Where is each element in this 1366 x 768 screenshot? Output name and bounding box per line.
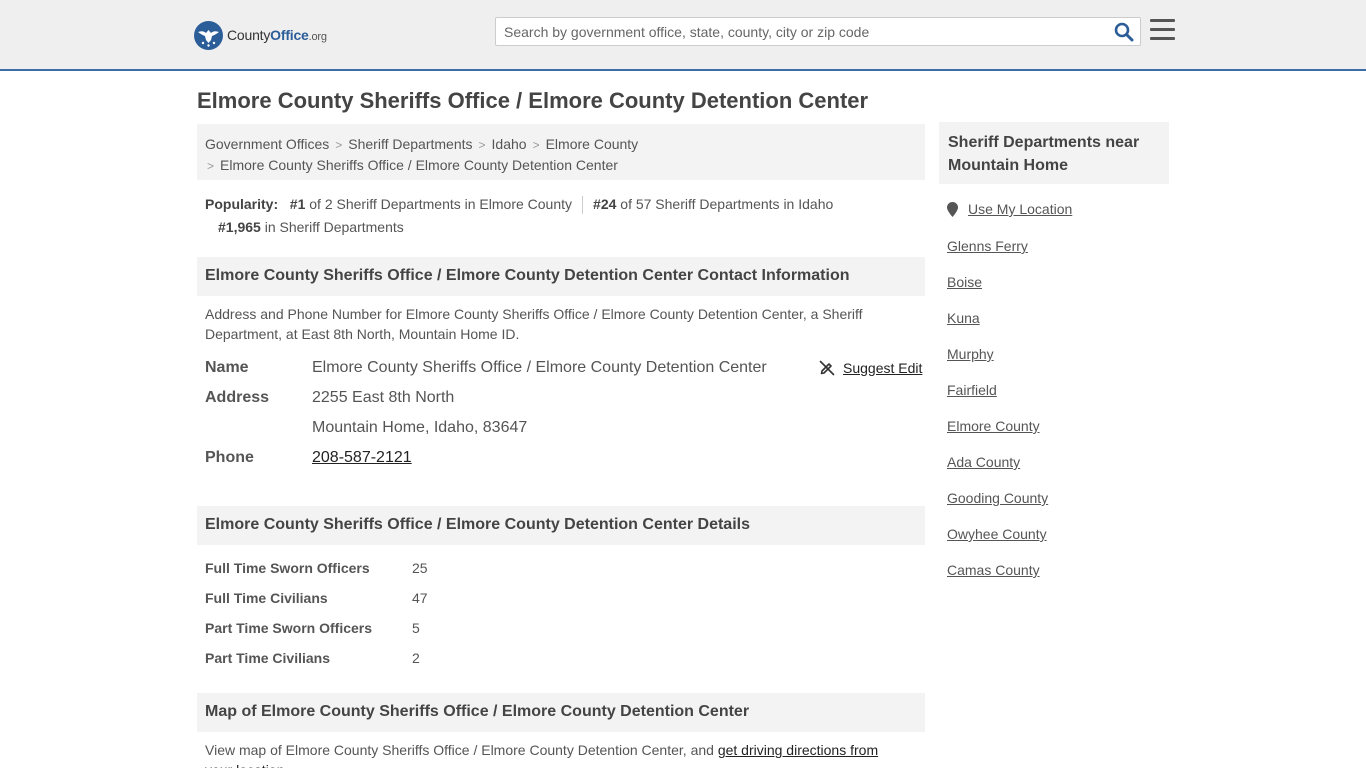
breadcrumb-separator-icon: > bbox=[207, 159, 215, 173]
rank-national-text: in Sheriff Departments bbox=[264, 219, 404, 235]
detail-value-full-time-sworn: 25 bbox=[412, 560, 428, 576]
sidebar-link-gooding-county[interactable]: Gooding County bbox=[947, 490, 1048, 506]
sidebar-link-murphy[interactable]: Murphy bbox=[947, 346, 994, 362]
suggest-edit-link[interactable]: Suggest Edit bbox=[819, 360, 922, 376]
sidebar-link-owyhee-county[interactable]: Owyhee County bbox=[947, 526, 1047, 542]
map-description-text: View map of Elmore County Sheriffs Offic… bbox=[205, 742, 718, 758]
breadcrumb-current: Elmore County Sheriffs Office / Elmore C… bbox=[220, 157, 618, 173]
search-input[interactable] bbox=[496, 18, 1106, 45]
detail-label-full-time-civilians: Full Time Civilians bbox=[205, 590, 328, 606]
detail-value-part-time-sworn: 5 bbox=[412, 620, 420, 636]
site-logo[interactable]: CountyOffice.org bbox=[194, 20, 327, 50]
breadcrumb-idaho[interactable]: Idaho bbox=[492, 136, 527, 152]
popularity-label: Popularity: bbox=[205, 196, 279, 212]
detail-label-part-time-civilians: Part Time Civilians bbox=[205, 650, 331, 666]
details-heading: Elmore County Sheriffs Office / Elmore C… bbox=[197, 506, 925, 545]
sidebar-link-ada-county[interactable]: Ada County bbox=[947, 454, 1020, 470]
rank-state: #24 bbox=[593, 196, 617, 212]
top-header: CountyOffice.org bbox=[0, 0, 1366, 71]
name-label: Name bbox=[205, 359, 249, 376]
breadcrumb-separator-icon: > bbox=[532, 138, 540, 152]
divider bbox=[582, 196, 584, 215]
sidebar-link-glenns-ferry[interactable]: Glenns Ferry bbox=[947, 238, 1028, 254]
phone-link[interactable]: 208-587-2121 bbox=[312, 449, 412, 467]
rank-state-text: of 57 Sheriff Departments in Idaho bbox=[620, 196, 834, 212]
breadcrumb-separator-icon: > bbox=[478, 138, 486, 152]
detail-value-full-time-civilians: 47 bbox=[412, 590, 428, 606]
sidebar-link-camas-county[interactable]: Camas County bbox=[947, 562, 1040, 578]
name-value: Elmore County Sheriffs Office / Elmore C… bbox=[312, 359, 767, 376]
sidebar-heading: Sheriff Departments near Mountain Home bbox=[939, 122, 1169, 184]
map-description: View map of Elmore County Sheriffs Offic… bbox=[205, 740, 905, 768]
address-line1: 2255 East 8th North bbox=[312, 389, 455, 406]
sidebar-link-fairfield[interactable]: Fairfield bbox=[947, 382, 997, 398]
page-title: Elmore County Sheriffs Office / Elmore C… bbox=[197, 88, 869, 113]
search-icon bbox=[1114, 22, 1134, 42]
breadcrumb-elmore-county[interactable]: Elmore County bbox=[546, 136, 639, 152]
use-my-location-label: Use My Location bbox=[968, 201, 1073, 217]
detail-label-full-time-sworn: Full Time Sworn Officers bbox=[205, 560, 370, 576]
sidebar-link-kuna[interactable]: Kuna bbox=[947, 310, 980, 326]
use-my-location-link[interactable]: Use My Location bbox=[947, 201, 1072, 217]
logo-eagle-icon bbox=[194, 20, 223, 50]
map-heading: Map of Elmore County Sheriffs Office / E… bbox=[197, 693, 925, 732]
breadcrumb-sheriff-departments[interactable]: Sheriff Departments bbox=[348, 136, 472, 152]
suggest-edit-label: Suggest Edit bbox=[843, 360, 923, 376]
hamburger-menu-icon[interactable] bbox=[1150, 19, 1175, 41]
detail-value-part-time-civilians: 2 bbox=[412, 650, 420, 666]
address-label: Address bbox=[205, 389, 270, 406]
contact-description: Address and Phone Number for Elmore Coun… bbox=[205, 306, 863, 342]
detail-label-part-time-sworn: Part Time Sworn Officers bbox=[205, 620, 373, 636]
breadcrumb: Government Offices > Sheriff Departments > I… bbox=[197, 124, 925, 180]
logo-text: CountyOffice.org bbox=[227, 27, 327, 43]
phone-label: Phone bbox=[205, 449, 254, 466]
rank-county: #1 bbox=[289, 196, 306, 212]
sidebar-link-boise[interactable]: Boise bbox=[947, 274, 982, 290]
address-line2: Mountain Home, Idaho, 83647 bbox=[312, 419, 528, 436]
breadcrumb-separator-icon: > bbox=[335, 138, 343, 152]
search-box bbox=[495, 17, 1141, 46]
popularity-rankings: Popularity: #1 of 2 Sheriff Departments … bbox=[205, 193, 905, 239]
rank-national: #1,965 bbox=[218, 219, 261, 235]
rank-county-text: of 2 Sheriff Departments in Elmore Count… bbox=[309, 196, 573, 212]
search-button[interactable] bbox=[1114, 22, 1134, 42]
contact-heading: Elmore County Sheriffs Office / Elmore C… bbox=[197, 257, 925, 296]
sidebar-link-elmore-county[interactable]: Elmore County bbox=[947, 418, 1040, 434]
breadcrumb-government-offices[interactable]: Government Offices bbox=[205, 136, 329, 152]
map-pin-icon bbox=[947, 201, 958, 217]
edit-off-icon bbox=[819, 360, 835, 376]
